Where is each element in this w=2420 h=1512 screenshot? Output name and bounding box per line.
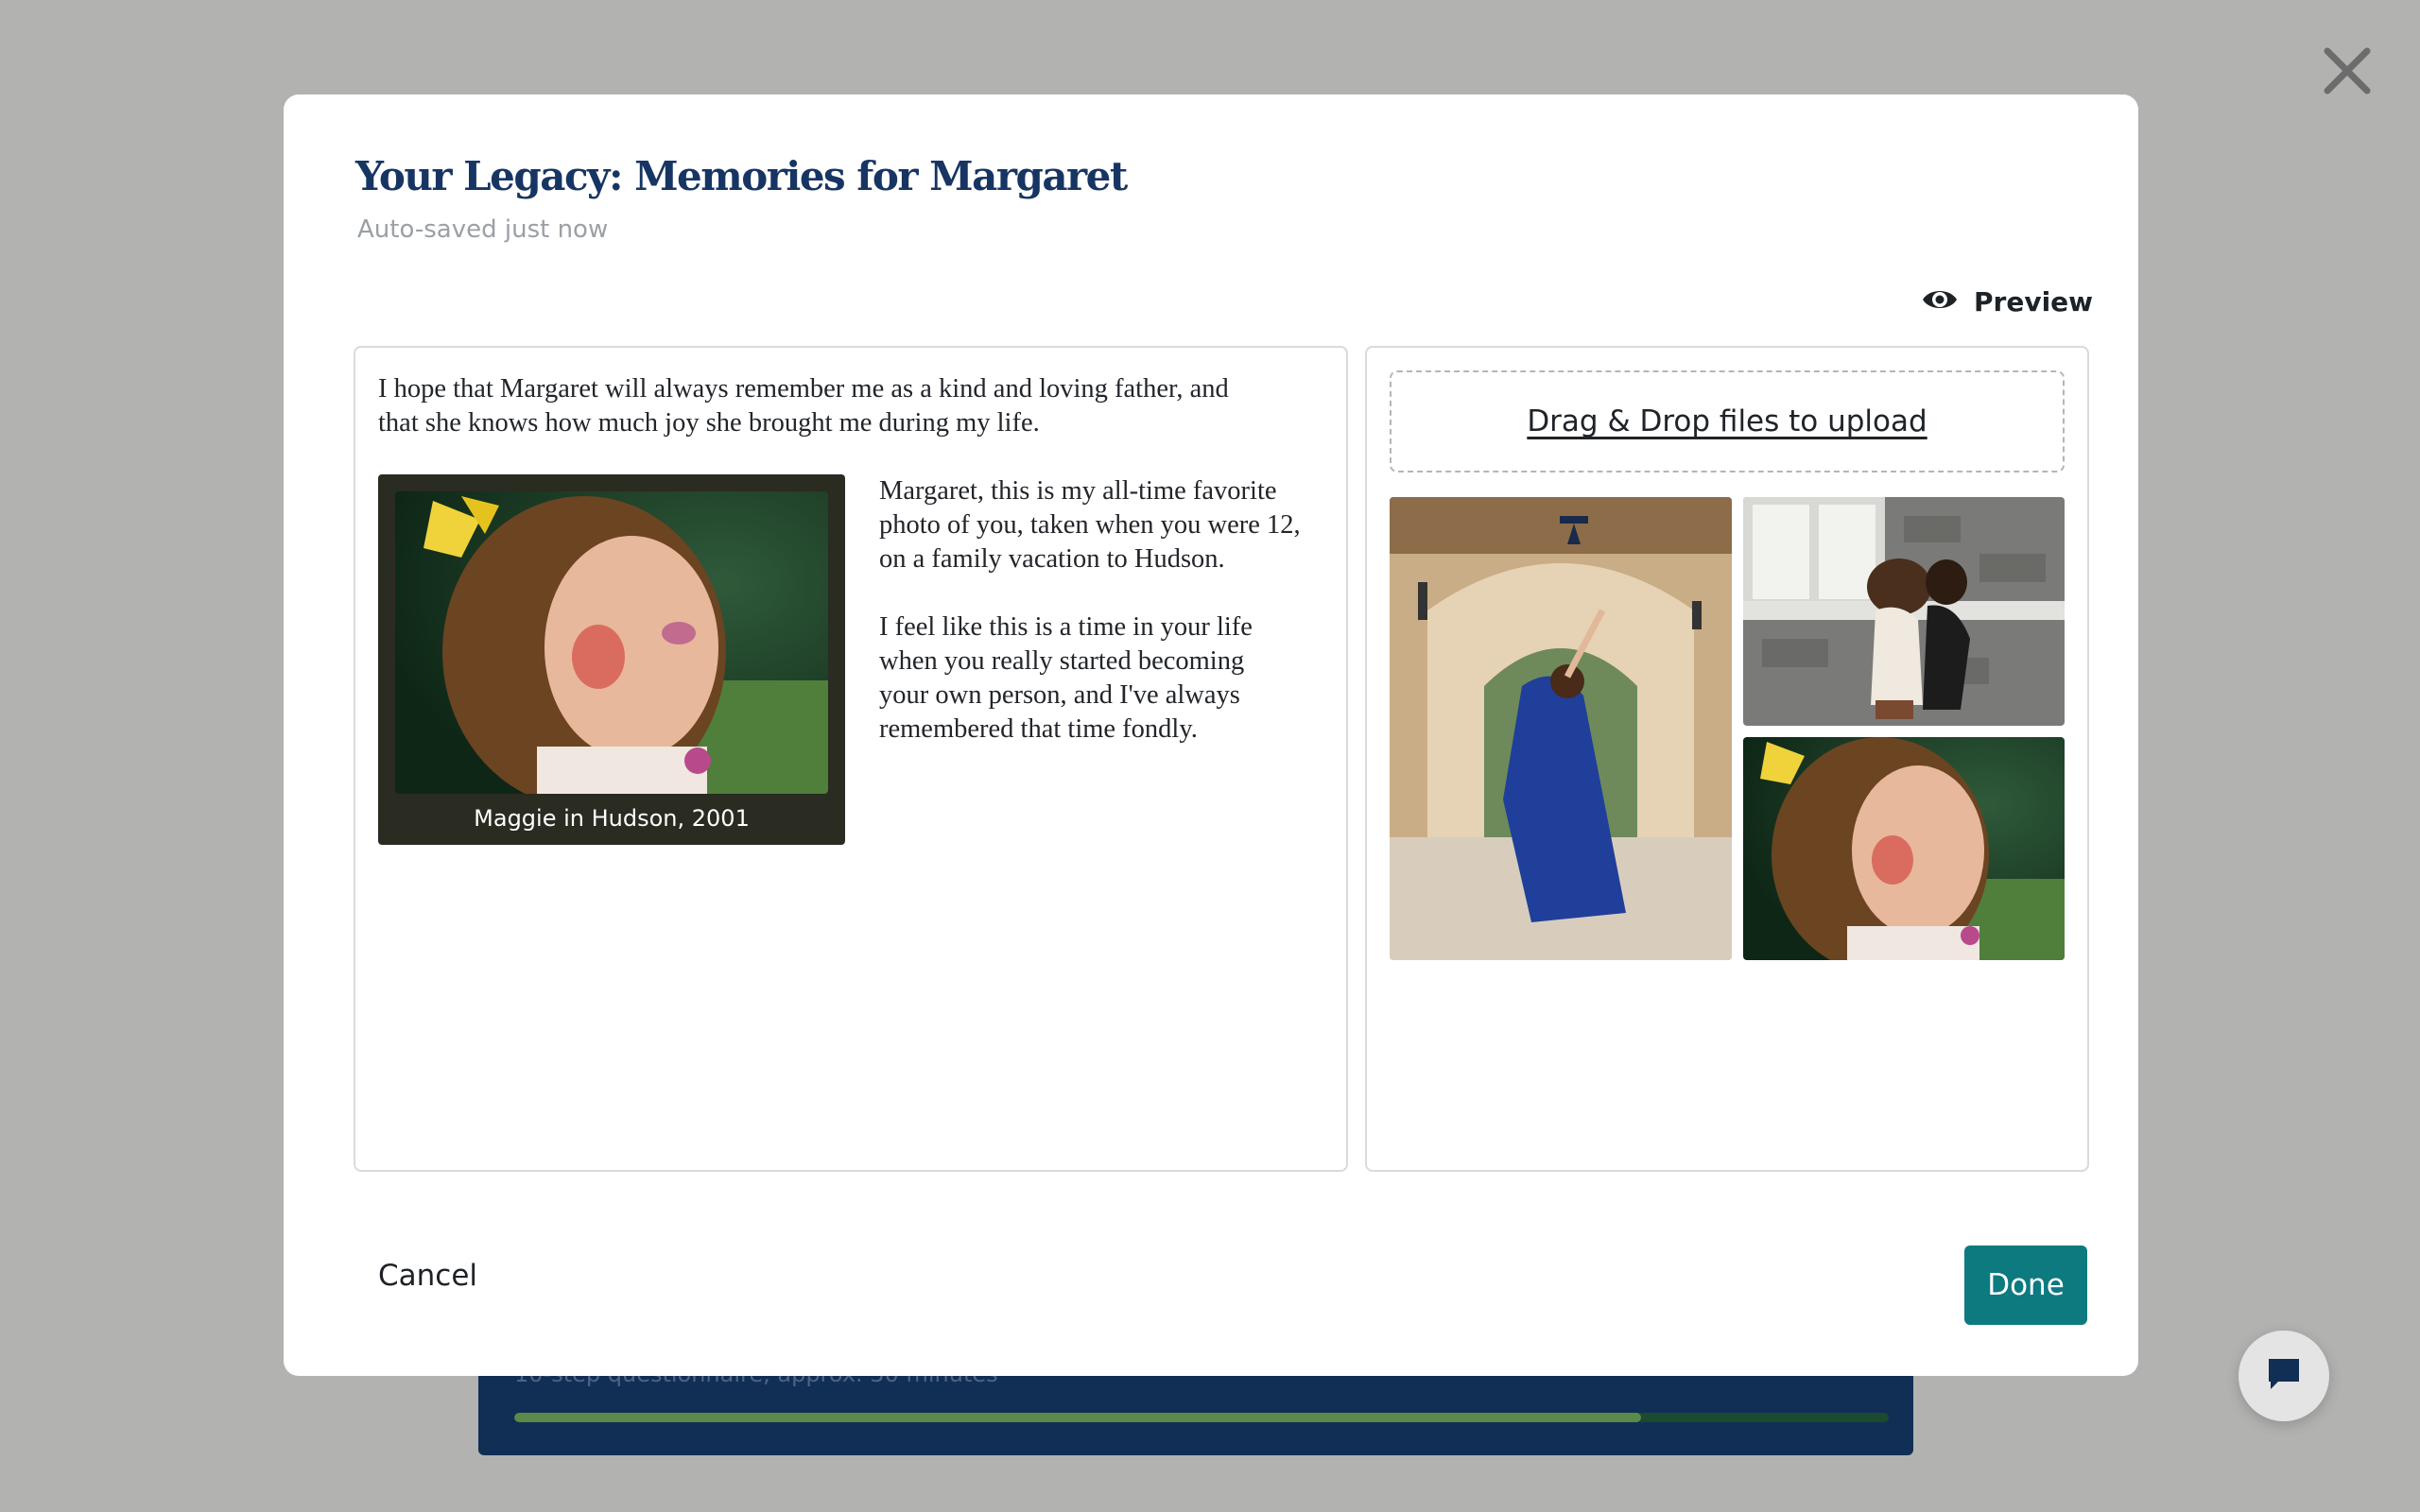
side-line: photo of you, taken when you were 12, — [879, 510, 1301, 540]
preview-button[interactable]: Preview — [1921, 280, 2093, 323]
chat-button[interactable] — [2238, 1331, 2329, 1421]
eye-icon — [1921, 285, 1959, 318]
modal-title: Your Legacy: Memories for Margaret — [355, 153, 1128, 199]
preview-label: Preview — [1974, 285, 2094, 318]
memory-text-editor[interactable]: I hope that Margaret will always remembe… — [354, 346, 1348, 1172]
graduate-photo-thumbnail[interactable] — [1390, 497, 1732, 960]
legacy-editor-modal: Your Legacy: Memories for Margaret Auto-… — [284, 94, 2138, 1376]
photo-side-text: Margaret, this is my all-time favorite p… — [879, 474, 1333, 781]
questionnaire-progress-bar — [514, 1413, 1889, 1422]
intro-paragraph: I hope that Margaret will always remembe… — [378, 372, 1323, 440]
side-line: remembered that time fondly. — [879, 714, 1198, 744]
side-line: I feel like this is a time in your life — [879, 612, 1253, 642]
embedded-photo — [395, 491, 828, 794]
girl-painted-face-photo-thumbnail[interactable] — [1743, 737, 2065, 960]
side-paragraph: Margaret, this is my all-time favorite p… — [879, 474, 1333, 576]
side-paragraph: I feel like this is a time in your life … — [879, 610, 1333, 747]
upload-dropzone[interactable]: Drag & Drop files to upload — [1390, 370, 2065, 472]
chat-icon — [2265, 1355, 2303, 1398]
intro-line: I hope that Margaret will always remembe… — [378, 374, 1229, 404]
side-line: on a family vacation to Hudson. — [879, 544, 1225, 574]
photo-caption: Maggie in Hudson, 2001 — [474, 805, 750, 832]
close-icon[interactable] — [2322, 45, 2373, 96]
dropzone-label: Drag & Drop files to upload — [1527, 404, 1927, 438]
done-button[interactable]: Done — [1964, 1246, 2087, 1325]
side-line: Margaret, this is my all-time favorite — [879, 476, 1277, 506]
embedded-photo-card[interactable]: Maggie in Hudson, 2001 — [378, 474, 845, 845]
autosave-status: Auto-saved just now — [357, 215, 609, 244]
intro-line: that she knows how much joy she brought … — [378, 408, 1040, 438]
side-line: when you really started becoming — [879, 646, 1245, 676]
side-line: your own person, and I've always — [879, 680, 1240, 710]
questionnaire-progress-fill — [514, 1413, 1642, 1422]
media-library-panel: Drag & Drop files to upload — [1365, 346, 2089, 1172]
done-label: Done — [1987, 1268, 2065, 1302]
mother-daughter-photo-thumbnail[interactable] — [1743, 497, 2065, 726]
cancel-button[interactable]: Cancel — [378, 1259, 477, 1293]
